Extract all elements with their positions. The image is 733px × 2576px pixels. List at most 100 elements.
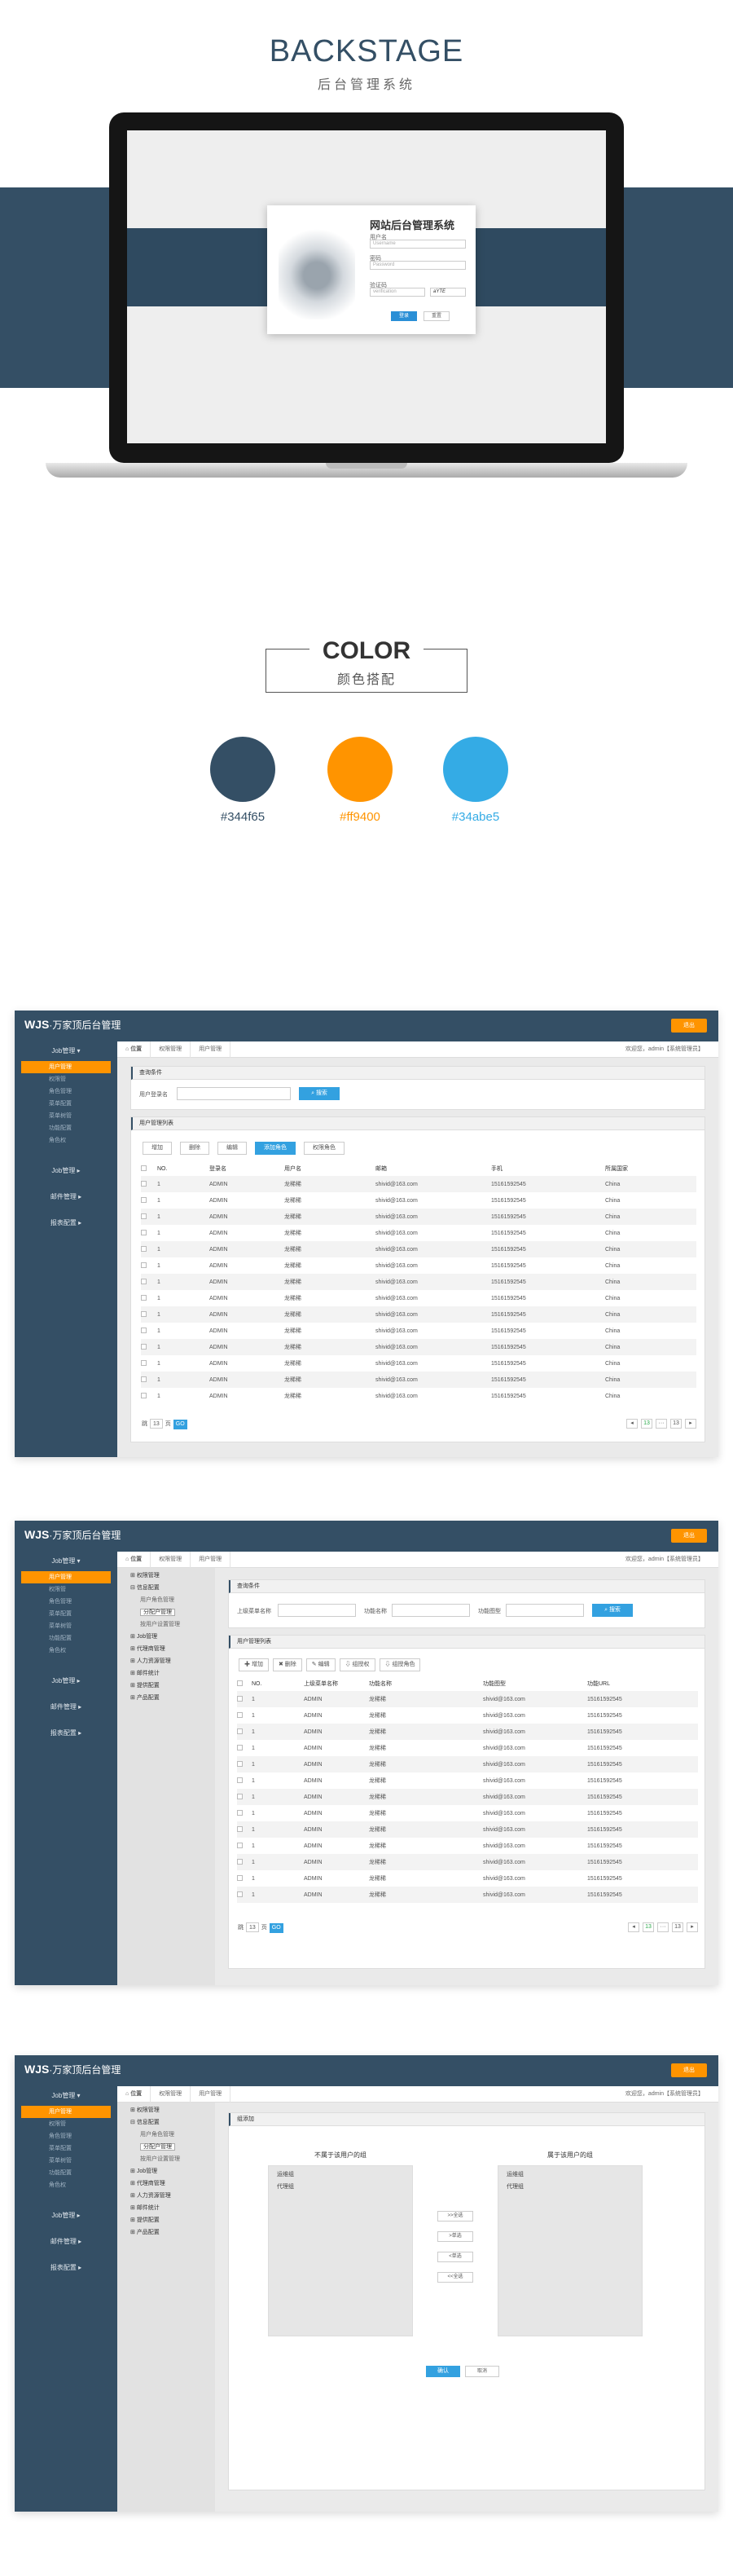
table-row[interactable]: 1 ADMIN 龙稀稀 shivid@163.com 15161592545 China — [141, 1388, 696, 1404]
table-row[interactable]: 1 ADMIN 龙稀稀 shivid@163.com 15161592545 China — [141, 1176, 696, 1192]
go-button[interactable]: GO — [173, 1420, 187, 1429]
tree-item[interactable]: ⊞ 提供配置 — [117, 2214, 215, 2226]
table-row[interactable]: 1 ADMIN 龙稀稀 shivid@163.com 15161592545 — [237, 1772, 698, 1789]
page-number[interactable]: 13 — [670, 1419, 682, 1429]
crumb[interactable]: 用户管理 — [191, 1552, 231, 1568]
username-input[interactable]: Username — [370, 240, 466, 249]
table-row[interactable]: 1 ADMIN 龙稀稀 shivid@163.com 15161592545 China — [141, 1306, 696, 1323]
add-button[interactable]: 增加 — [143, 1142, 172, 1155]
row-checkbox[interactable] — [237, 1794, 243, 1800]
sidebar-item[interactable]: 角色权 — [15, 1645, 117, 1657]
tree-item[interactable]: 用户角色管理 — [117, 2129, 215, 2141]
list-item[interactable]: 代理组 — [498, 2178, 642, 2191]
tree-item[interactable]: 用户角色管理 — [117, 1594, 215, 1606]
sidebar-item-user[interactable]: 用户管理 — [21, 2106, 111, 2118]
add-button[interactable]: ✚ 增加 — [239, 1658, 269, 1671]
tree-item[interactable]: 按用户设置管理 — [117, 2153, 215, 2165]
sidebar-item[interactable]: 角色权 — [15, 2179, 117, 2191]
row-checkbox[interactable] — [237, 1875, 243, 1882]
table-row[interactable]: 1 ADMIN 龙稀稀 shivid@163.com 15161592545 — [237, 1805, 698, 1821]
page-number[interactable]: 13 — [672, 1922, 683, 1932]
crumb[interactable]: 权限管理 — [151, 2086, 191, 2103]
home-crumb[interactable]: ⌂ 位置 — [117, 2086, 151, 2103]
select-all-checkbox[interactable] — [237, 1680, 243, 1687]
col-header[interactable]: NO. — [157, 1161, 209, 1176]
add-role-button[interactable]: 添加角色 — [255, 1142, 296, 1155]
home-crumb[interactable]: ⌂ 位置 — [117, 1552, 151, 1568]
tree-item[interactable]: 按用户设置管理 — [117, 1618, 215, 1631]
sidebar-item[interactable]: 菜单配置 — [15, 2142, 117, 2155]
tree-item[interactable]: ⊞ Job管理 — [117, 1631, 215, 1643]
sidebar-item[interactable]: 菜单配置 — [15, 1608, 117, 1620]
tree-item[interactable]: ⊞ 权限管理 — [117, 1570, 215, 1582]
row-checkbox[interactable] — [141, 1311, 147, 1318]
function-icon-input[interactable] — [506, 1604, 584, 1617]
row-checkbox[interactable] — [141, 1181, 147, 1187]
exit-button[interactable]: 退出 — [671, 1019, 707, 1033]
table-row[interactable]: 1 ADMIN 龙稀稀 shivid@163.com 15161592545 China — [141, 1355, 696, 1372]
select-all-checkbox[interactable] — [141, 1165, 147, 1172]
row-checkbox[interactable] — [141, 1262, 147, 1269]
row-checkbox[interactable] — [237, 1891, 243, 1898]
sidebar-item[interactable]: 权限管 — [15, 1583, 117, 1596]
captcha-image[interactable]: aYTE — [430, 288, 466, 297]
sidebar-group[interactable]: 邮件管理 ▸ — [15, 1187, 117, 1207]
sidebar-item[interactable]: 功能配置 — [15, 2167, 117, 2179]
table-row[interactable]: 1 ADMIN 龙稀稀 shivid@163.com 15161592545 China — [141, 1274, 696, 1290]
row-checkbox[interactable] — [237, 1745, 243, 1751]
sidebar-item-user[interactable]: 用户管理 — [21, 1061, 111, 1073]
page-input[interactable]: 13 — [246, 1922, 259, 1932]
password-input[interactable]: Password — [370, 261, 466, 270]
search-button[interactable]: ⌕ 搜索 — [592, 1604, 633, 1617]
prev-page[interactable]: ◂ — [628, 1922, 639, 1932]
available-groups-list[interactable]: 运维组 代理组 — [268, 2165, 413, 2336]
row-checkbox[interactable] — [141, 1246, 147, 1253]
col-header[interactable]: 功能名称 — [369, 1676, 483, 1691]
row-checkbox[interactable] — [141, 1344, 147, 1350]
row-checkbox[interactable] — [141, 1295, 147, 1301]
tree-item-selected[interactable]: 分配户管理 — [117, 1606, 215, 1618]
row-checkbox[interactable] — [237, 1696, 243, 1702]
row-checkbox[interactable] — [237, 1859, 243, 1865]
assigned-groups-list[interactable]: 运维组 代理组 — [498, 2165, 643, 2336]
row-checkbox[interactable] — [141, 1376, 147, 1383]
home-crumb[interactable]: ⌂ 位置 — [117, 1041, 151, 1058]
next-page[interactable]: ▸ — [685, 1419, 696, 1429]
row-checkbox[interactable] — [237, 1761, 243, 1768]
tree-item-selected[interactable]: 分配户管理 — [117, 2141, 215, 2153]
sidebar-item[interactable]: 功能配置 — [15, 1632, 117, 1645]
row-checkbox[interactable] — [141, 1360, 147, 1367]
sidebar-item[interactable]: 功能配置 — [15, 1122, 117, 1134]
col-header[interactable]: 功能URL — [587, 1676, 698, 1691]
table-row[interactable]: 1 ADMIN 龙稀稀 shivid@163.com 15161592545 China — [141, 1241, 696, 1257]
login-name-input[interactable] — [177, 1087, 291, 1100]
sidebar-item-user[interactable]: 用户管理 — [21, 1571, 111, 1583]
login-button[interactable]: 登录 — [391, 311, 417, 321]
row-checkbox[interactable] — [141, 1213, 147, 1220]
table-row[interactable]: 1 ADMIN 龙稀稀 shivid@163.com 15161592545 — [237, 1821, 698, 1838]
table-row[interactable]: 1 ADMIN 龙稀稀 shivid@163.com 15161592545 China — [141, 1225, 696, 1241]
list-item[interactable]: 代理组 — [269, 2178, 412, 2191]
table-row[interactable]: 1 ADMIN 龙稀稀 shivid@163.com 15161592545 China — [141, 1372, 696, 1388]
row-checkbox[interactable] — [237, 1810, 243, 1816]
col-header[interactable]: 手机 — [491, 1161, 605, 1176]
sidebar-group[interactable]: 邮件管理 ▸ — [15, 1698, 117, 1717]
sidebar-item[interactable]: 菜单配置 — [15, 1098, 117, 1110]
col-header[interactable]: 所属国家 — [605, 1161, 696, 1176]
page-number[interactable]: 13 — [641, 1419, 652, 1429]
row-checkbox[interactable] — [141, 1328, 147, 1334]
exit-button[interactable]: 退出 — [671, 1529, 707, 1543]
sidebar-group-job[interactable]: Job管理 ▾ — [15, 1552, 117, 1571]
delete-button[interactable]: 删除 — [180, 1142, 209, 1155]
tree-item[interactable]: ⊞ 代理商管理 — [117, 1643, 215, 1655]
tree-item[interactable]: ⊞ 邮件统计 — [117, 2202, 215, 2214]
move-right-button[interactable]: >单选 — [437, 2231, 473, 2242]
table-row[interactable]: 1 ADMIN 龙稀稀 shivid@163.com 15161592545 — [237, 1691, 698, 1707]
edit-button[interactable]: ✎ 编辑 — [305, 1658, 336, 1671]
tree-item[interactable]: ⊞ 代理商管理 — [117, 2177, 215, 2190]
sidebar-item[interactable]: 角色权 — [15, 1134, 117, 1147]
permission-role-button[interactable]: 权限角色 — [304, 1142, 345, 1155]
confirm-button[interactable]: 确认 — [426, 2366, 460, 2377]
row-checkbox[interactable] — [237, 1728, 243, 1735]
sidebar-group[interactable]: 报表配置 ▸ — [15, 2258, 117, 2278]
